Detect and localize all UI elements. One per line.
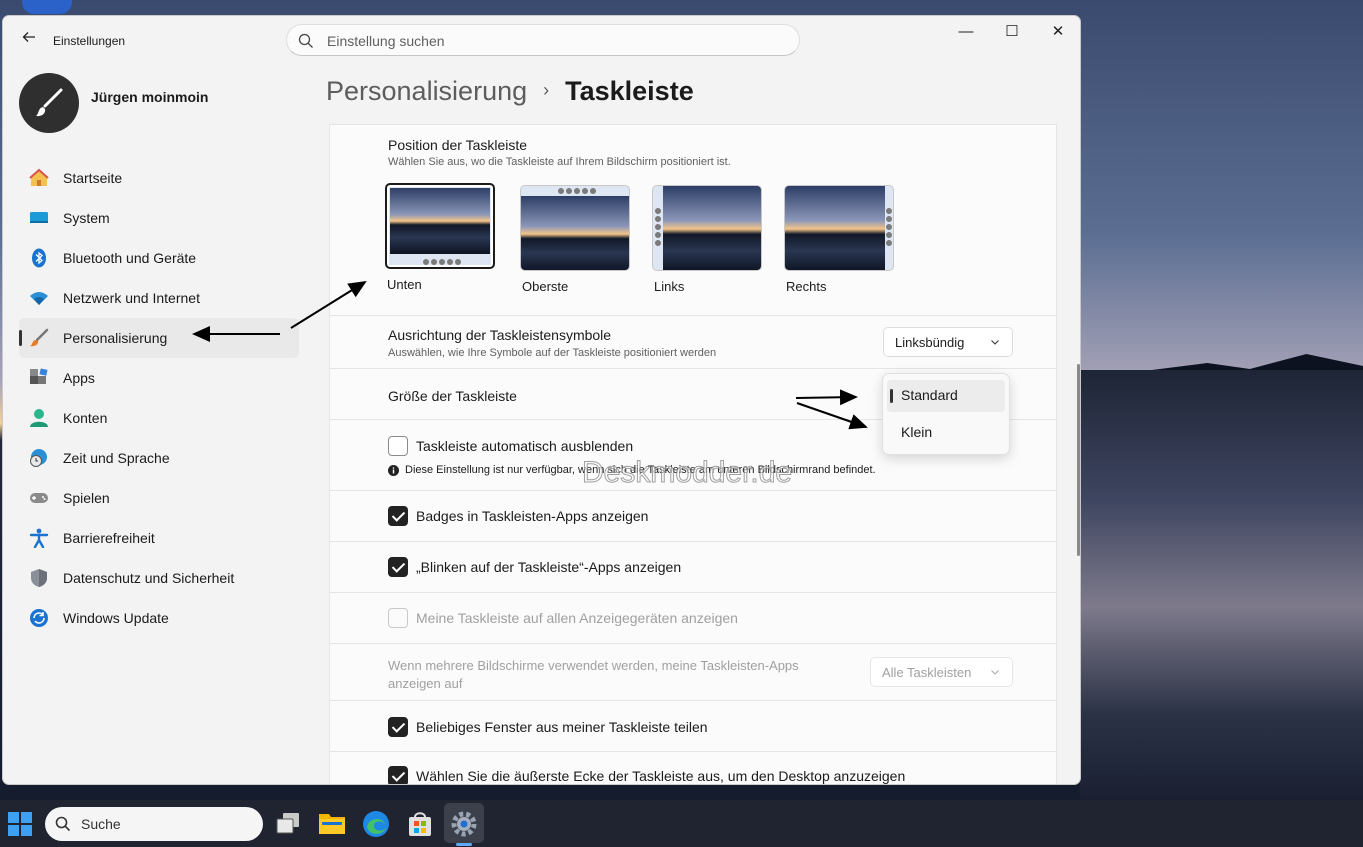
search-icon [55, 816, 71, 832]
task-view-icon[interactable] [275, 812, 301, 836]
file-explorer-icon[interactable] [318, 810, 346, 836]
taskbar-search-label: Suche [81, 816, 121, 832]
arrow-annotation [290, 280, 367, 329]
settings-icon[interactable] [450, 810, 478, 838]
taskbar-search[interactable]: Suche [45, 807, 263, 841]
store-icon[interactable] [406, 810, 434, 838]
arrow-annotation [795, 389, 858, 406]
start-icon[interactable] [8, 812, 32, 836]
edge-icon[interactable] [362, 810, 390, 838]
active-app-indicator [456, 843, 472, 846]
annotation-arrows [192, 280, 868, 430]
taskbar: Suche [0, 800, 1363, 847]
arrow-annotation [796, 402, 868, 430]
